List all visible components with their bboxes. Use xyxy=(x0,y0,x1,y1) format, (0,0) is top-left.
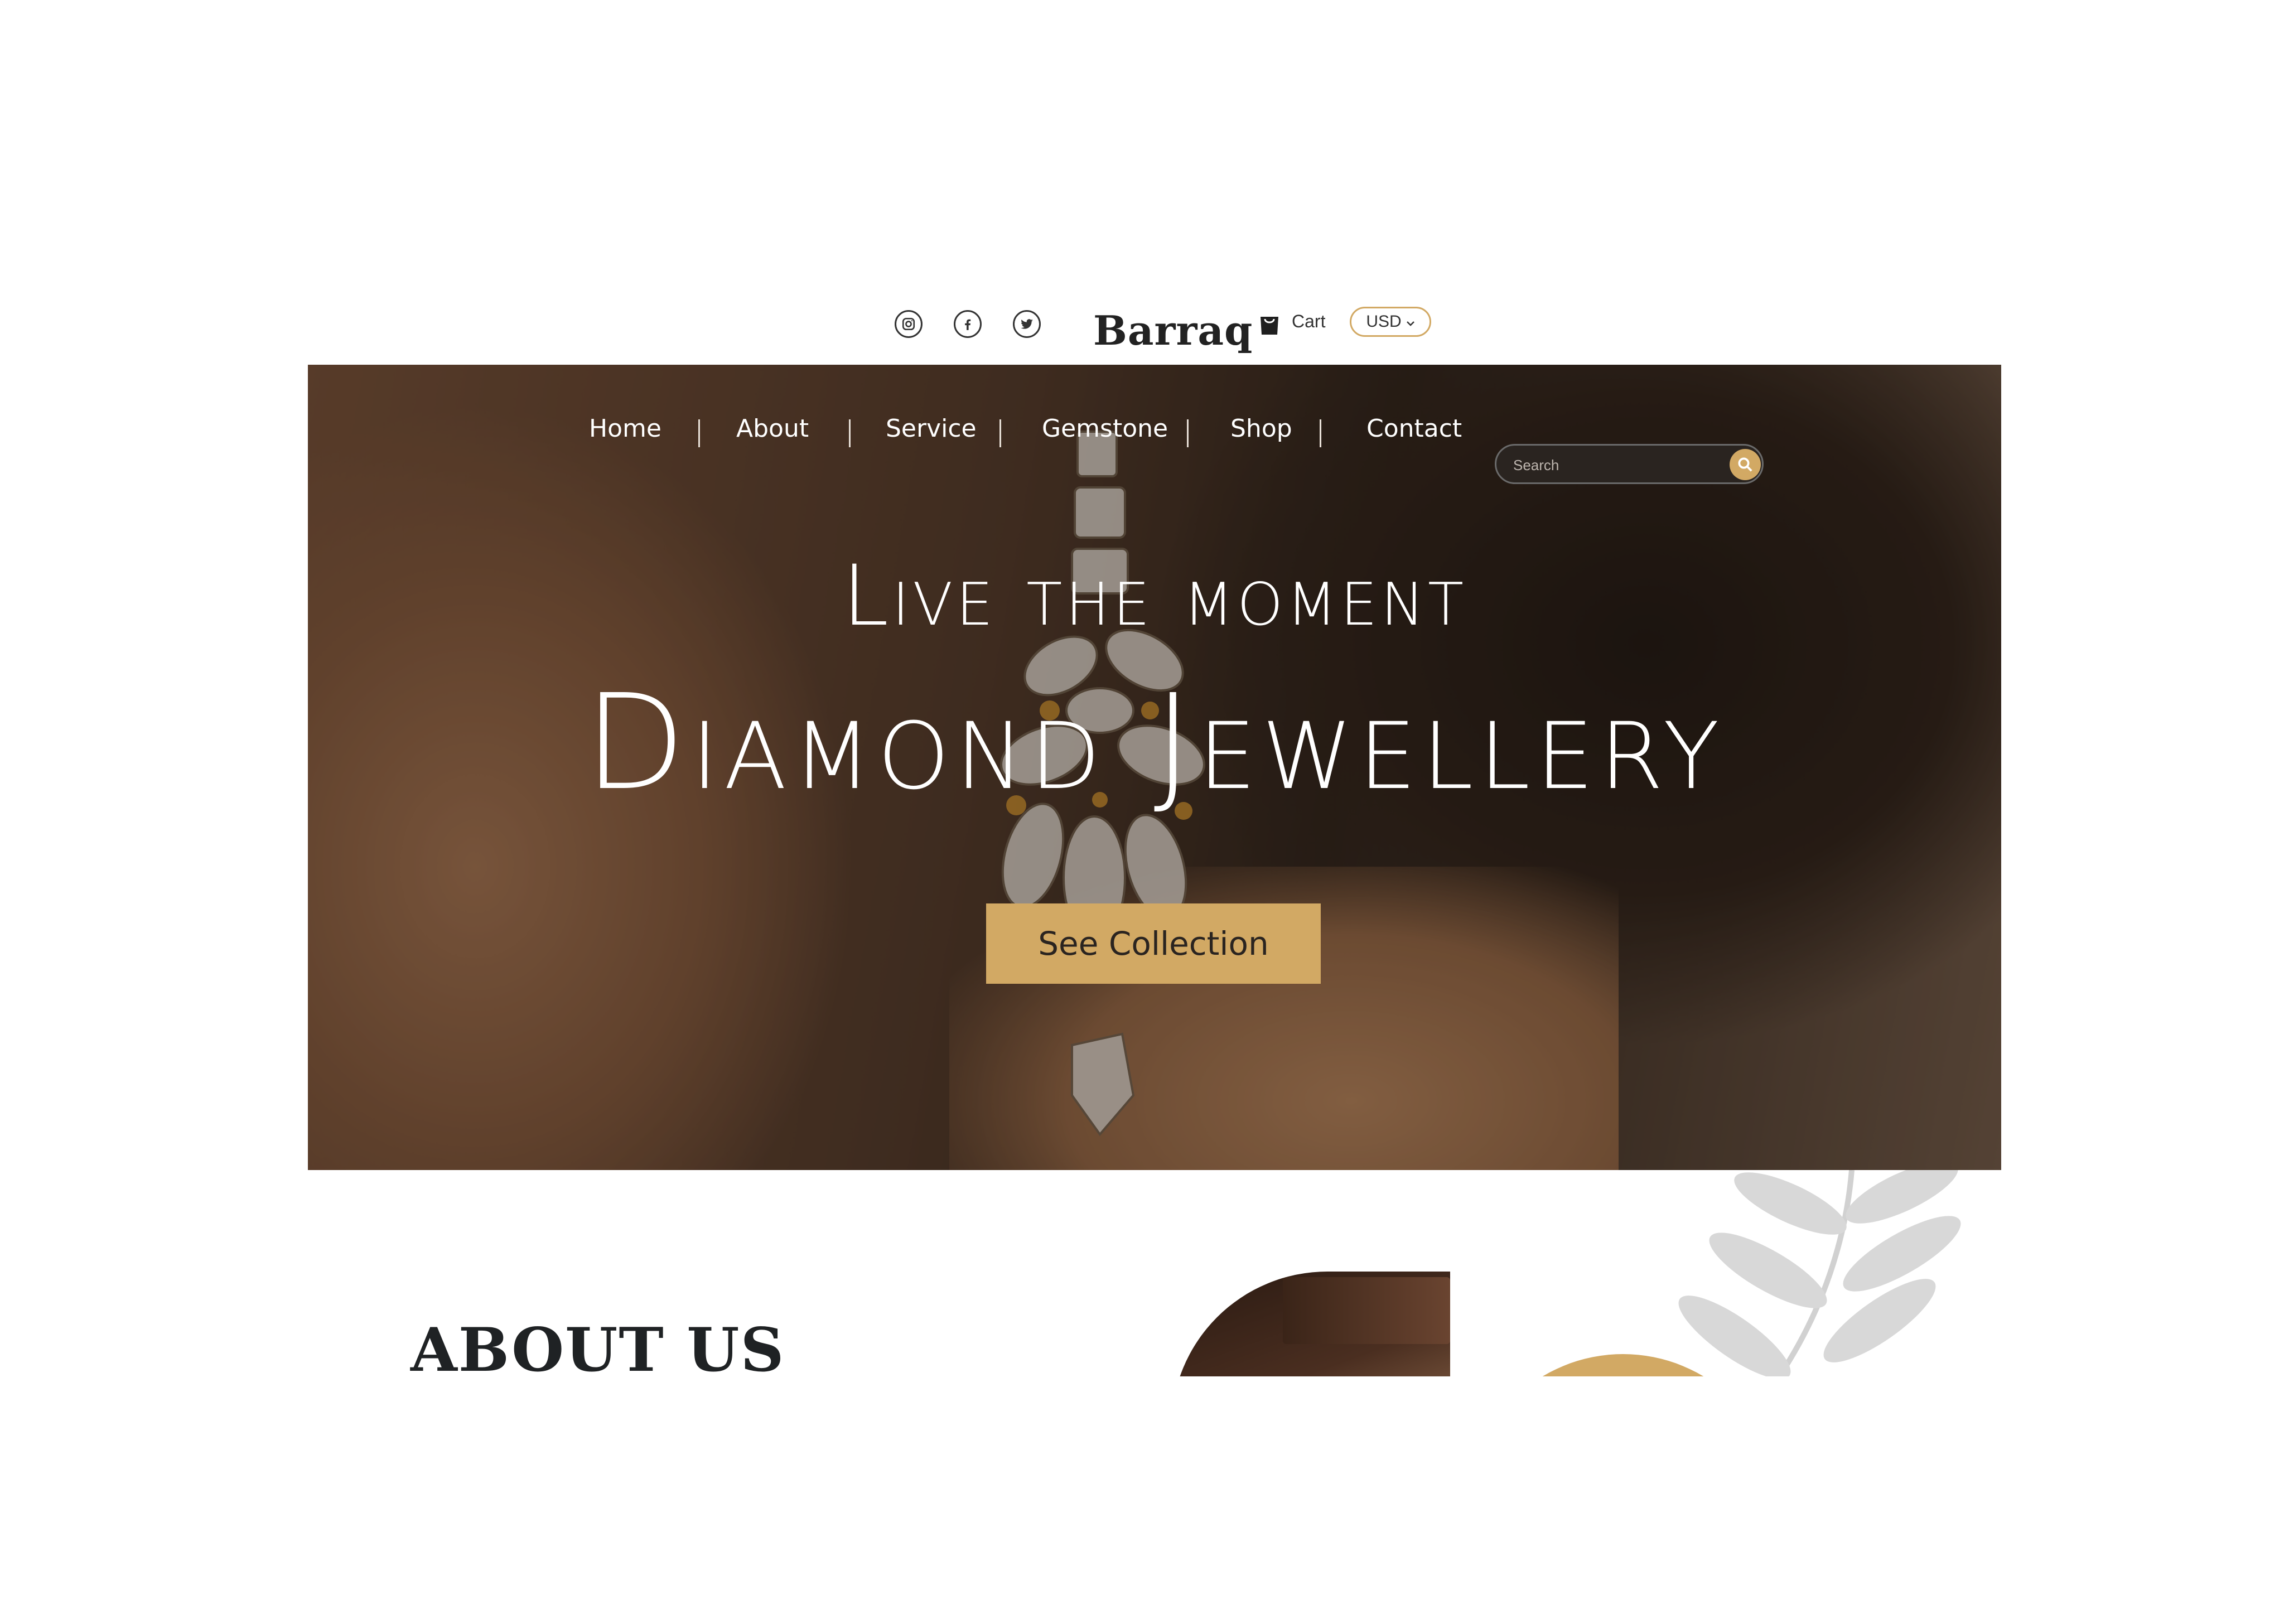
brand-logo[interactable]: Barraq xyxy=(1093,307,1252,354)
see-collection-button[interactable]: See Collection xyxy=(986,903,1321,984)
facebook-icon[interactable] xyxy=(954,310,982,338)
hero-title: Diamond Jewellery xyxy=(584,666,1725,819)
leaf-shadow-image xyxy=(1678,1170,1961,1376)
hero-subtitle: Live the moment xyxy=(842,548,1467,645)
search-icon[interactable] xyxy=(1730,449,1761,480)
hero-banner: Home About Service Gemstone Shop Contact… xyxy=(308,365,2001,1170)
about-visual xyxy=(1054,1170,2001,1376)
main-nav: Home About Service Gemstone Shop Contact xyxy=(308,404,2001,484)
nav-service[interactable]: Service xyxy=(886,404,977,454)
nav-about[interactable]: About xyxy=(736,404,809,454)
nav-separator xyxy=(1187,419,1189,447)
nav-gemstone[interactable]: Gemstone xyxy=(1042,404,1168,454)
shopping-bag-icon[interactable] xyxy=(1258,311,1281,336)
currency-selector[interactable]: USD xyxy=(1350,307,1431,337)
cart-link[interactable]: Cart xyxy=(1292,311,1325,332)
search-box xyxy=(1495,444,1764,484)
top-bar: Barraq Cart USD xyxy=(0,301,2289,374)
instagram-icon[interactable] xyxy=(895,310,923,338)
about-photo xyxy=(1171,1272,1450,1376)
nav-separator xyxy=(849,419,851,447)
nav-shop[interactable]: Shop xyxy=(1230,404,1292,454)
nav-separator xyxy=(999,419,1001,447)
twitter-icon[interactable] xyxy=(1013,310,1041,338)
nav-separator xyxy=(698,419,700,447)
nav-contact[interactable]: Contact xyxy=(1366,404,1462,454)
chevron-down-icon xyxy=(1406,312,1415,331)
nav-separator xyxy=(1320,419,1321,447)
currency-value: USD xyxy=(1366,312,1402,331)
nav-home[interactable]: Home xyxy=(589,404,661,454)
search-input[interactable] xyxy=(1512,453,1715,477)
about-heading: ABOUT US xyxy=(411,1315,785,1385)
